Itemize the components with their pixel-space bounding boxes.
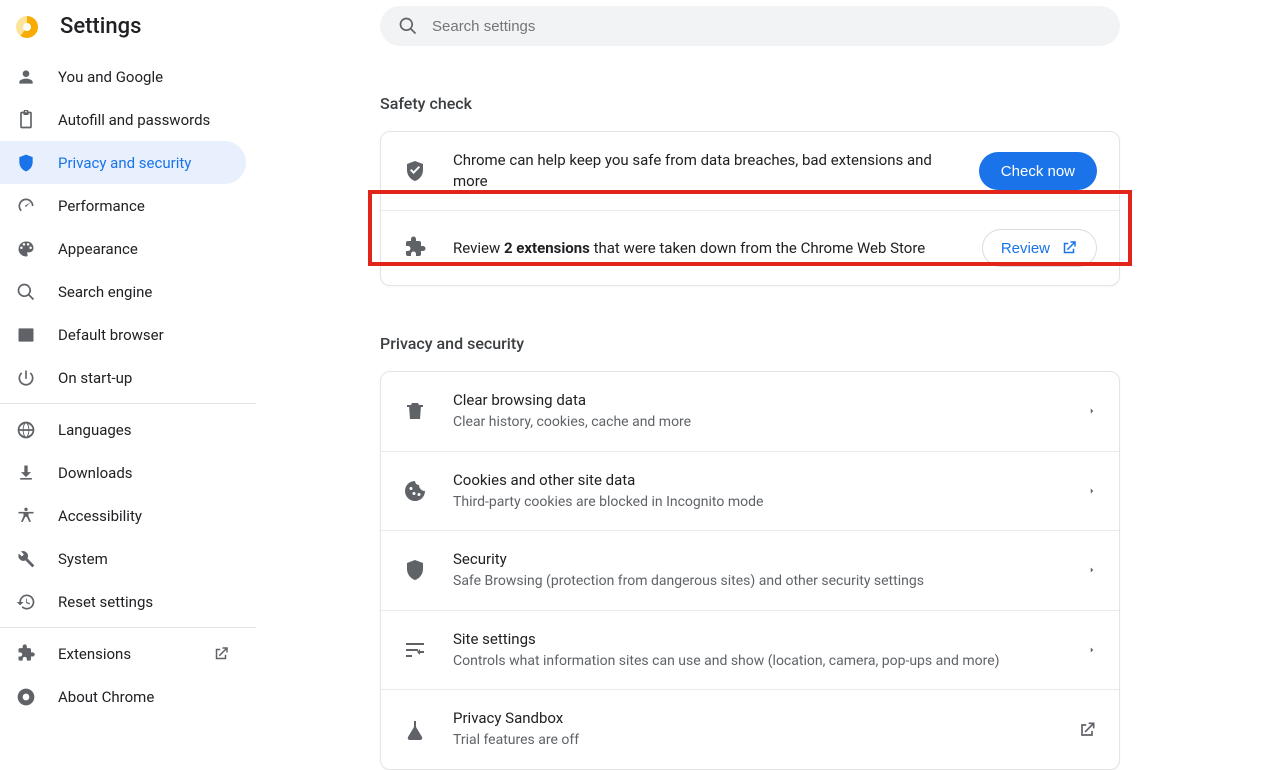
sidebar-item-label: You and Google <box>58 68 163 86</box>
sidebar-header: Settings <box>0 0 256 51</box>
sidebar-item-reset-settings[interactable]: Reset settings <box>0 580 246 623</box>
page-title: Settings <box>60 14 141 39</box>
sidebar-item-autofill[interactable]: Autofill and passwords <box>0 98 246 141</box>
sidebar-item-privacy-security[interactable]: Privacy and security <box>0 141 246 184</box>
row-subtitle: Clear history, cookies, cache and more <box>453 413 1061 433</box>
sidebar: Settings You and Google Autofill and pas… <box>0 0 256 757</box>
shield-icon <box>16 153 36 173</box>
extension-icon <box>403 236 427 260</box>
tune-icon <box>403 638 427 662</box>
chevron-right-icon <box>1087 486 1097 496</box>
sidebar-item-label: System <box>58 550 108 568</box>
chrome-icon <box>16 687 36 707</box>
nav-group-main: You and Google Autofill and passwords Pr… <box>0 51 256 403</box>
sidebar-item-downloads[interactable]: Downloads <box>0 451 246 494</box>
check-now-button[interactable]: Check now <box>979 152 1097 190</box>
sidebar-item-about-chrome[interactable]: About Chrome <box>0 675 246 718</box>
sidebar-item-label: Extensions <box>58 645 131 663</box>
sidebar-item-accessibility[interactable]: Accessibility <box>0 494 246 537</box>
sidebar-item-on-startup[interactable]: On start-up <box>0 356 246 399</box>
section-title-privacy: Privacy and security <box>380 334 1120 353</box>
safety-check-card: Chrome can help keep you safe from data … <box>380 131 1120 286</box>
row-subtitle: Third-party cookies are blocked in Incog… <box>453 493 1061 513</box>
row-title: Privacy Sandbox <box>453 708 1051 729</box>
sidebar-item-label: Accessibility <box>58 507 142 525</box>
row-title: Security <box>453 549 1061 570</box>
extension-icon <box>16 644 36 664</box>
row-privacy-sandbox[interactable]: Privacy Sandbox Trial features are off <box>381 690 1119 769</box>
sidebar-item-search-engine[interactable]: Search engine <box>0 270 246 313</box>
sidebar-item-label: Performance <box>58 197 145 215</box>
flask-icon <box>403 718 427 742</box>
browser-icon <box>16 325 36 345</box>
review-button[interactable]: Review <box>982 229 1097 267</box>
chevron-right-icon <box>1087 645 1097 655</box>
sidebar-item-label: Reset settings <box>58 593 153 611</box>
row-title: Site settings <box>453 629 1061 650</box>
row-subtitle: Trial features are off <box>453 731 1051 751</box>
privacy-card: Clear browsing data Clear history, cooki… <box>380 371 1120 770</box>
sidebar-item-label: Search engine <box>58 283 152 301</box>
safety-check-text: Chrome can help keep you safe from data … <box>453 150 953 192</box>
sidebar-item-appearance[interactable]: Appearance <box>0 227 246 270</box>
nav-group-advanced: Languages Downloads Accessibility System… <box>0 403 256 627</box>
sidebar-item-languages[interactable]: Languages <box>0 408 246 451</box>
nav-group-footer: Extensions About Chrome <box>0 627 256 722</box>
power-icon <box>16 368 36 388</box>
wrench-icon <box>16 549 36 569</box>
search-icon <box>16 282 36 302</box>
sidebar-item-label: Languages <box>58 421 132 439</box>
safety-check-row: Chrome can help keep you safe from data … <box>381 132 1119 211</box>
sidebar-item-you-and-google[interactable]: You and Google <box>0 55 246 98</box>
section-title-safety-check: Safety check <box>380 94 1120 113</box>
row-title: Clear browsing data <box>453 390 1061 411</box>
text-fragment-bold: 2 extensions <box>504 239 590 257</box>
search-input[interactable] <box>430 17 1102 36</box>
sidebar-item-performance[interactable]: Performance <box>0 184 246 227</box>
settings-search[interactable] <box>380 6 1120 46</box>
chevron-right-icon <box>1087 406 1097 416</box>
review-extensions-text: Review 2 extensions that were taken down… <box>453 238 956 259</box>
review-extensions-row: Review 2 extensions that were taken down… <box>381 211 1119 285</box>
chevron-right-icon <box>1087 565 1097 575</box>
sidebar-item-label: About Chrome <box>58 688 154 706</box>
accessibility-icon <box>16 506 36 526</box>
sidebar-item-label: Privacy and security <box>58 154 191 172</box>
sidebar-item-label: Default browser <box>58 326 164 344</box>
restore-icon <box>16 592 36 612</box>
globe-icon <box>16 420 36 440</box>
row-subtitle: Controls what information sites can use … <box>453 652 1061 672</box>
sidebar-item-system[interactable]: System <box>0 537 246 580</box>
row-subtitle: Safe Browsing (protection from dangerous… <box>453 572 1061 592</box>
download-icon <box>16 463 36 483</box>
sidebar-item-label: Autofill and passwords <box>58 111 210 129</box>
clipboard-icon <box>16 110 36 130</box>
row-site-settings[interactable]: Site settings Controls what information … <box>381 611 1119 691</box>
text-fragment: Review <box>453 239 504 257</box>
open-in-new-icon <box>212 645 230 663</box>
chrome-logo-icon <box>16 16 38 38</box>
sidebar-item-extensions[interactable]: Extensions <box>0 632 246 675</box>
row-security[interactable]: Security Safe Browsing (protection from … <box>381 531 1119 611</box>
row-cookies[interactable]: Cookies and other site data Third-party … <box>381 452 1119 532</box>
main-content: Safety check Chrome can help keep you sa… <box>380 6 1120 770</box>
button-label: Review <box>1001 240 1050 257</box>
sidebar-item-default-browser[interactable]: Default browser <box>0 313 246 356</box>
shield-icon <box>403 558 427 582</box>
person-icon <box>16 67 36 87</box>
row-title: Cookies and other site data <box>453 470 1061 491</box>
sidebar-item-label: Appearance <box>58 240 138 258</box>
search-icon <box>398 16 418 36</box>
open-in-new-icon <box>1060 239 1078 257</box>
trash-icon <box>403 399 427 423</box>
speedometer-icon <box>16 196 36 216</box>
text-fragment: that were taken down from the Chrome Web… <box>590 239 925 257</box>
open-in-new-icon <box>1077 720 1097 740</box>
shield-check-icon <box>403 159 427 183</box>
sidebar-item-label: On start-up <box>58 369 132 387</box>
palette-icon <box>16 239 36 259</box>
cookie-icon <box>403 479 427 503</box>
sidebar-item-label: Downloads <box>58 464 133 482</box>
row-clear-browsing-data[interactable]: Clear browsing data Clear history, cooki… <box>381 372 1119 452</box>
